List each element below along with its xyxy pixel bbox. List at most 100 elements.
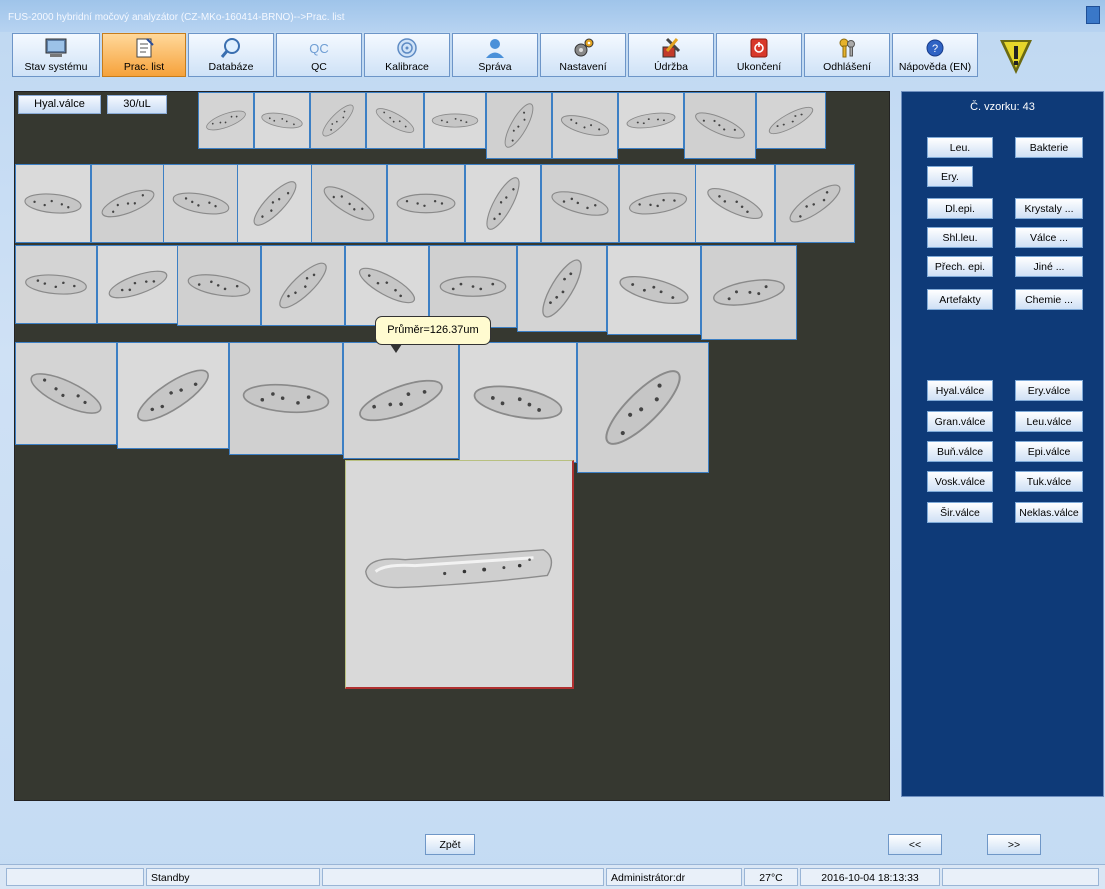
toolbar-button-prac[interactable]: Prac. list [102, 33, 186, 77]
class-button-jine[interactable]: Jiné ... [1015, 256, 1083, 277]
class-button-bakterie[interactable]: Bakterie [1015, 137, 1083, 158]
cell-image [430, 246, 516, 327]
toolbar-label: QC [311, 61, 327, 73]
cell-thumbnail[interactable] [775, 164, 855, 243]
cast-button-bun[interactable]: Buň.válce [927, 441, 993, 462]
toolbar-button-sprava[interactable]: Správa [452, 33, 538, 77]
toolbar-button-napoveda[interactable]: ? Nápověda (EN) [892, 33, 978, 77]
toolbar-button-stav[interactable]: Stav systému [12, 33, 100, 77]
toolbar-label: Kalibrace [385, 61, 429, 73]
cell-thumbnail[interactable] [684, 92, 756, 159]
class-button-krystaly[interactable]: Krystaly ... [1015, 198, 1083, 219]
tools-icon [662, 37, 681, 58]
minimize-icon[interactable] [1086, 6, 1100, 24]
cell-thumbnail[interactable] [387, 164, 465, 243]
toolbar-label: Údržba [654, 61, 688, 73]
toolbar-button-databaze[interactable]: Databáze [188, 33, 274, 77]
cell-image [16, 165, 90, 242]
cell-thumbnail[interactable] [311, 164, 387, 243]
cell-thumbnail[interactable] [310, 92, 366, 149]
cast-button-vosk[interactable]: Vosk.válce [927, 471, 993, 492]
cell-image [199, 93, 253, 148]
cell-thumbnail[interactable] [459, 342, 577, 463]
cell-thumbnail[interactable] [552, 92, 618, 159]
cell-thumbnail[interactable] [607, 245, 701, 335]
cell-thumbnail[interactable] [345, 245, 429, 326]
cell-thumbnail[interactable] [15, 342, 117, 445]
cast-button-leu[interactable]: Leu.válce [1015, 411, 1083, 432]
cell-image [312, 165, 386, 242]
warning-icon[interactable] [998, 36, 1034, 76]
target-icon [397, 38, 417, 58]
window-title: FUS-2000 hybridní močový analyzátor (CZ-… [8, 12, 345, 23]
class-button-prechepi[interactable]: Přech. epi. [927, 256, 993, 277]
cast-button-epi[interactable]: Epi.válce [1015, 441, 1083, 462]
cell-image [346, 246, 428, 325]
classification-panel: Č. vzorku: 43 Leu. Bakterie Ery. Dl.epi.… [901, 91, 1104, 797]
selected-cell-enlarged [345, 460, 574, 689]
cell-thumbnail[interactable] [163, 164, 239, 243]
title-bar: FUS-2000 hybridní močový analyzátor (CZ-… [0, 0, 1105, 32]
toolbar-button-qc[interactable]: QC QC [276, 33, 362, 77]
cast-button-sir[interactable]: Šir.válce [927, 502, 993, 523]
cell-thumbnail[interactable] [756, 92, 826, 149]
cell-thumbnail[interactable] [577, 342, 709, 473]
toolbar-button-udrzba[interactable]: Údržba [628, 33, 714, 77]
cell-thumbnail[interactable] [465, 164, 541, 243]
class-button-shlleu[interactable]: Shl.leu. [927, 227, 993, 248]
toolbar-button-ukonceni[interactable]: Ukončení [716, 33, 802, 77]
class-button-valce[interactable]: Válce ... [1015, 227, 1083, 248]
toolbar-label: Prac. list [123, 61, 165, 73]
cell-thumbnail[interactable] [343, 342, 459, 459]
prev-page-button[interactable]: << [888, 834, 942, 855]
svg-text:QC: QC [309, 41, 329, 56]
cell-image [757, 93, 825, 148]
cell-thumbnail[interactable] [486, 92, 552, 159]
cell-thumbnail[interactable] [15, 164, 91, 243]
class-button-chemie[interactable]: Chemie ... [1015, 289, 1083, 310]
cell-image [98, 246, 178, 323]
toolbar-button-odhlaseni[interactable]: Odhlášení [804, 33, 890, 77]
class-button-artefakty[interactable]: Artefakty [927, 289, 993, 310]
status-left [6, 868, 144, 886]
cell-thumbnail[interactable] [198, 92, 254, 149]
cell-thumbnail[interactable] [91, 164, 165, 243]
cell-image [178, 246, 260, 325]
cell-thumbnail[interactable] [541, 164, 619, 243]
toolbar-button-kalibrace[interactable]: Kalibrace [364, 33, 450, 77]
cell-thumbnail[interactable] [701, 245, 797, 340]
next-page-button[interactable]: >> [987, 834, 1041, 855]
cell-thumbnail[interactable] [618, 92, 684, 149]
cell-thumbnail[interactable] [97, 245, 179, 324]
cast-button-tuk[interactable]: Tuk.válce [1015, 471, 1083, 492]
status-datetime: 2016-10-04 18:13:33 [800, 868, 940, 886]
cell-image [118, 343, 228, 448]
cell-thumbnail[interactable] [695, 164, 775, 243]
toolbar-label: Odhlášení [823, 61, 871, 73]
status-state: Standby [146, 868, 320, 886]
cell-thumbnail[interactable] [177, 245, 261, 326]
cast-button-neklas[interactable]: Neklas.válce [1015, 502, 1083, 523]
cell-thumbnail[interactable] [517, 245, 607, 332]
cast-button-ery[interactable]: Ery.válce [1015, 380, 1083, 401]
cell-thumbnail[interactable] [229, 342, 343, 455]
cell-thumbnail[interactable] [366, 92, 424, 149]
count-tag: 30/uL [107, 95, 167, 114]
back-button[interactable]: Zpět [425, 834, 475, 855]
cell-thumbnail[interactable] [254, 92, 310, 149]
cell-thumbnail[interactable] [261, 245, 345, 326]
cell-thumbnail[interactable] [619, 164, 697, 243]
toolbar-button-nastaveni[interactable]: Nastavení [540, 33, 626, 77]
class-button-ery[interactable]: Ery. [927, 166, 973, 187]
cell-thumbnail[interactable] [237, 164, 313, 243]
cell-image [92, 165, 164, 242]
class-button-dlepi[interactable]: Dl.epi. [927, 198, 993, 219]
cell-thumbnail[interactable] [117, 342, 229, 449]
cast-button-hyal[interactable]: Hyal.válce [927, 380, 993, 401]
cell-image [608, 246, 700, 334]
cell-thumbnail[interactable] [15, 245, 97, 324]
class-button-leu[interactable]: Leu. [927, 137, 993, 158]
category-tag[interactable]: Hyal.válce [18, 95, 101, 114]
cell-thumbnail[interactable] [424, 92, 486, 149]
cast-button-gran[interactable]: Gran.válce [927, 411, 993, 432]
